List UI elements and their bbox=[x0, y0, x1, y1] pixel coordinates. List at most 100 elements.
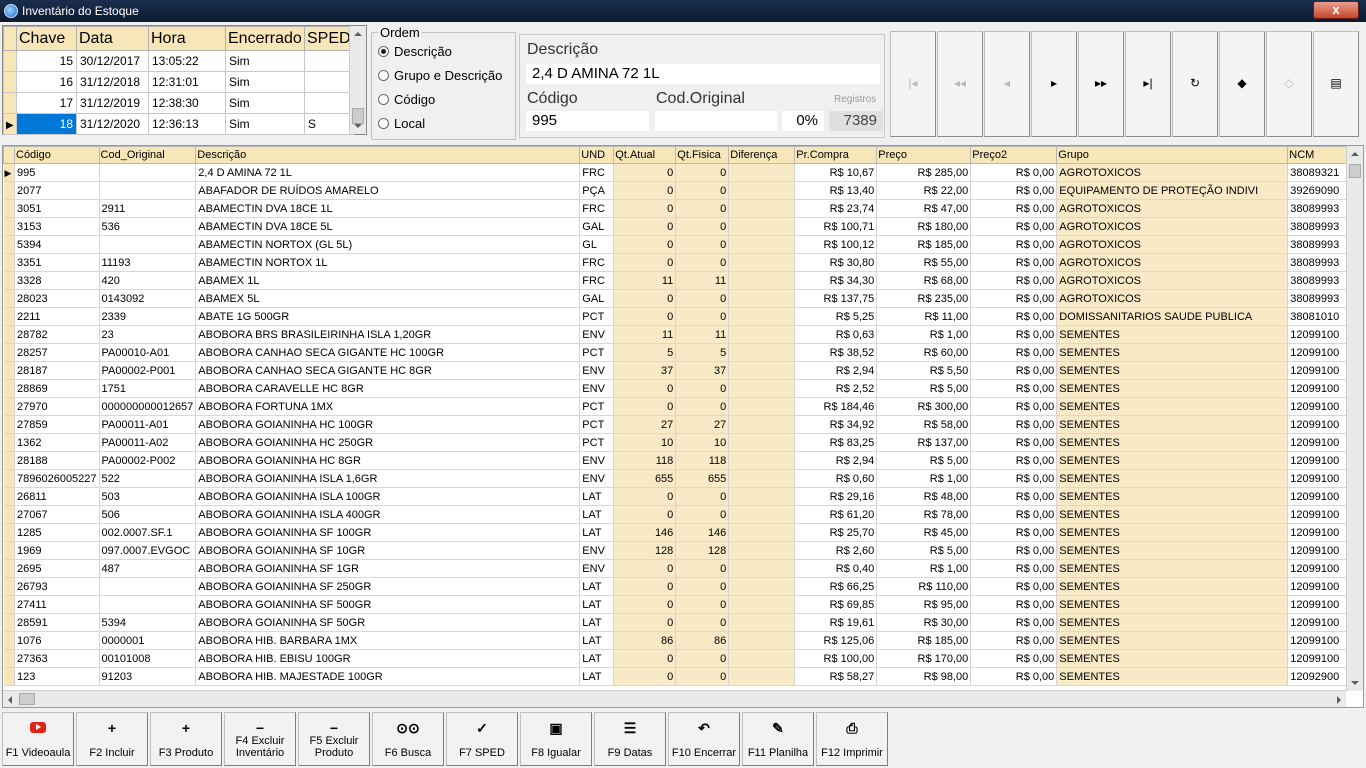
grid-cell[interactable]: LAT bbox=[579, 631, 615, 650]
grid-cell[interactable]: 38081010 bbox=[1287, 307, 1351, 326]
grid-cell[interactable]: 0 bbox=[613, 181, 677, 200]
grid-cell[interactable]: 12099100 bbox=[1287, 325, 1351, 344]
grid-cell[interactable] bbox=[728, 487, 796, 506]
grid-row[interactable]: 2695 487 ABOBORA GOIANINHA SF 1GR ENV 0 0 R$ 0… bbox=[3, 559, 1351, 578]
ordem-option-descricao[interactable]: Descrição bbox=[378, 44, 452, 59]
grid-cell[interactable]: AGROTOXICOS bbox=[1056, 253, 1289, 272]
grid-cell[interactable]: R$ 38,52 bbox=[794, 343, 878, 362]
f1-videoaula-button[interactable]: F1 Videoaula bbox=[2, 712, 74, 766]
grid-cell[interactable]: 506 bbox=[99, 505, 197, 524]
grid-cell[interactable]: PCT bbox=[579, 343, 615, 362]
grid-cell[interactable]: R$ 137,75 bbox=[794, 289, 878, 308]
f2-incluir-button[interactable]: + F2 Incluir bbox=[76, 712, 148, 766]
radio-icon[interactable] bbox=[378, 70, 389, 81]
grid-cell[interactable]: R$ 0,00 bbox=[970, 577, 1058, 596]
grid-cell[interactable]: 2211 bbox=[14, 307, 100, 326]
grid-cell[interactable]: 0 bbox=[675, 181, 730, 200]
grid-cell[interactable]: 995 bbox=[14, 163, 100, 182]
grid-cell[interactable]: 5 bbox=[613, 343, 677, 362]
grid-cell[interactable]: R$ 170,00 bbox=[876, 649, 972, 668]
grid-row[interactable]: 1076 0000001 ABOBORA HIB. BARBARA 1MX LAT 86… bbox=[3, 631, 1351, 650]
grid-cell[interactable]: 28257 bbox=[14, 343, 100, 362]
grid-cell[interactable] bbox=[728, 595, 796, 614]
inventory-grid[interactable]: Chave Data Hora Encerrado SPED 15 30/12/2017 1… bbox=[2, 25, 367, 135]
grid-cell[interactable]: 1285 bbox=[14, 523, 100, 542]
grid-cell[interactable]: 12099100 bbox=[1287, 505, 1351, 524]
grid-cell[interactable]: AGROTOXICOS bbox=[1056, 271, 1289, 290]
grid-cell[interactable] bbox=[728, 559, 796, 578]
grid-row[interactable]: 3351 11193 ABAMECTIN NORTOX 1L FRC 0 0 R$ 30,8… bbox=[3, 253, 1351, 272]
grid-cell[interactable]: R$ 0,00 bbox=[970, 415, 1058, 434]
grid-cell[interactable]: 28869 bbox=[14, 379, 100, 398]
grid-cell[interactable]: 1362 bbox=[14, 433, 100, 452]
scroll-left-icon[interactable] bbox=[8, 696, 12, 704]
inventory-cell[interactable]: 13:05:22 bbox=[148, 50, 226, 72]
eraser-icon[interactable]: ◆ bbox=[1219, 31, 1265, 137]
grid-cell[interactable]: ABOBORA GOIANINHA HC 250GR bbox=[195, 433, 581, 452]
radio-icon[interactable] bbox=[378, 94, 389, 105]
inventory-row[interactable]: 15 30/12/2017 13:05:22 Sim bbox=[3, 50, 354, 72]
codigo-field[interactable]: 995 bbox=[526, 111, 649, 131]
grid-cell[interactable]: R$ 235,00 bbox=[876, 289, 972, 308]
grid-cell[interactable]: ABOBORA CARAVELLE HC 8GR bbox=[195, 379, 581, 398]
grid-cell[interactable]: 38089993 bbox=[1287, 199, 1351, 218]
grid-cell[interactable]: R$ 0,00 bbox=[970, 487, 1058, 506]
inventory-cell[interactable]: 12:38:30 bbox=[148, 92, 226, 114]
grid-cell[interactable]: R$ 13,40 bbox=[794, 181, 878, 200]
radio-selected-icon[interactable] bbox=[378, 46, 389, 57]
grid-cell[interactable]: 0 bbox=[675, 289, 730, 308]
scroll-thumb[interactable] bbox=[19, 693, 35, 705]
grid-cell[interactable]: R$ 1,00 bbox=[876, 325, 972, 344]
grid-cell[interactable]: ABAMECTIN NORTOX 1L bbox=[195, 253, 581, 272]
grid-cell[interactable]: R$ 48,00 bbox=[876, 487, 972, 506]
grid-cell[interactable]: ABOBORA GOIANINHA SF 500GR bbox=[195, 595, 581, 614]
grid-cell[interactable]: SEMENTES bbox=[1056, 631, 1289, 650]
ordem-option-local[interactable]: Local bbox=[378, 116, 425, 131]
grid-cell[interactable]: R$ 0,00 bbox=[970, 379, 1058, 398]
grid-cell[interactable]: R$ 0,00 bbox=[970, 289, 1058, 308]
grid-row[interactable]: 3153 536 ABAMECTIN DVA 18CE 5L GAL 0 0 R$ 100,… bbox=[3, 217, 1351, 236]
grid-cell[interactable]: GL bbox=[579, 235, 615, 254]
grid-cell[interactable]: 0 bbox=[613, 505, 677, 524]
grid-row[interactable]: 2211 2339 ABATE 1G 500GR PCT 0 0 R$ 5,25 R$ 11,… bbox=[3, 307, 1351, 326]
grid-cell[interactable]: R$ 5,00 bbox=[876, 541, 972, 560]
grid-cell[interactable]: R$ 2,94 bbox=[794, 361, 878, 380]
prior-record-button[interactable]: ◂ bbox=[984, 31, 1030, 137]
grid-cell[interactable]: 0 bbox=[675, 487, 730, 506]
grid-cell[interactable]: ABOBORA GOIANINHA HC 8GR bbox=[195, 451, 581, 470]
grid-cell[interactable]: PCT bbox=[579, 433, 615, 452]
grid-cell[interactable]: R$ 0,00 bbox=[970, 613, 1058, 632]
grid-cell[interactable]: AGROTOXICOS bbox=[1056, 217, 1289, 236]
grid-cell[interactable] bbox=[728, 361, 796, 380]
goto-icon[interactable]: ◇ bbox=[1266, 31, 1312, 137]
grid-cell[interactable]: ABOBORA GOIANINHA SF 250GR bbox=[195, 577, 581, 596]
grid-row[interactable]: 28782 23 ABOBORA BRS BRASILEIRINHA ISLA 1,… bbox=[3, 325, 1351, 344]
grid-cell[interactable]: GAL bbox=[579, 217, 615, 236]
grid-cell[interactable]: 0 bbox=[675, 397, 730, 416]
grid-col-header[interactable]: Qt.Atual bbox=[613, 146, 677, 164]
grid-cell[interactable]: SEMENTES bbox=[1056, 379, 1289, 398]
grid-cell[interactable] bbox=[728, 307, 796, 326]
grid-cell[interactable]: R$ 47,00 bbox=[876, 199, 972, 218]
grid-cell[interactable]: 27067 bbox=[14, 505, 100, 524]
grid-cell[interactable]: 2339 bbox=[99, 307, 197, 326]
grid-cell[interactable]: 10 bbox=[613, 433, 677, 452]
grid-cell[interactable]: R$ 58,00 bbox=[876, 415, 972, 434]
grid-cell[interactable]: ABAMECTIN DVA 18CE 1L bbox=[195, 199, 581, 218]
grid-cell[interactable]: R$ 25,70 bbox=[794, 523, 878, 542]
grid-row[interactable]: 27970 000000000012657 ABOBORA FORTUNA 1MX P… bbox=[3, 397, 1351, 416]
grid-cell[interactable]: 655 bbox=[613, 469, 677, 488]
grid-cell[interactable]: SEMENTES bbox=[1056, 397, 1289, 416]
grid-row[interactable]: 28023 0143092 ABAMEX 5L GAL 0 0 R$ 137,75 R$ 23… bbox=[3, 289, 1351, 308]
grid-cell[interactable]: AGROTOXICOS bbox=[1056, 163, 1289, 182]
grid-cell[interactable]: 2,4 D AMINA 72 1L bbox=[195, 163, 581, 182]
grid-cell[interactable]: ABOBORA GOIANINHA ISLA 100GR bbox=[195, 487, 581, 506]
grid-cell[interactable]: SEMENTES bbox=[1056, 559, 1289, 578]
grid-cell[interactable]: 0 bbox=[613, 613, 677, 632]
inventory-col-header[interactable]: Data bbox=[76, 26, 149, 51]
grid-cell[interactable] bbox=[728, 505, 796, 524]
grid-cell[interactable]: R$ 300,00 bbox=[876, 397, 972, 416]
grid-cell[interactable]: 39269090 bbox=[1287, 181, 1351, 200]
grid-col-header[interactable]: Preço2 bbox=[970, 146, 1058, 164]
grid-cell[interactable]: 0 bbox=[675, 163, 730, 182]
